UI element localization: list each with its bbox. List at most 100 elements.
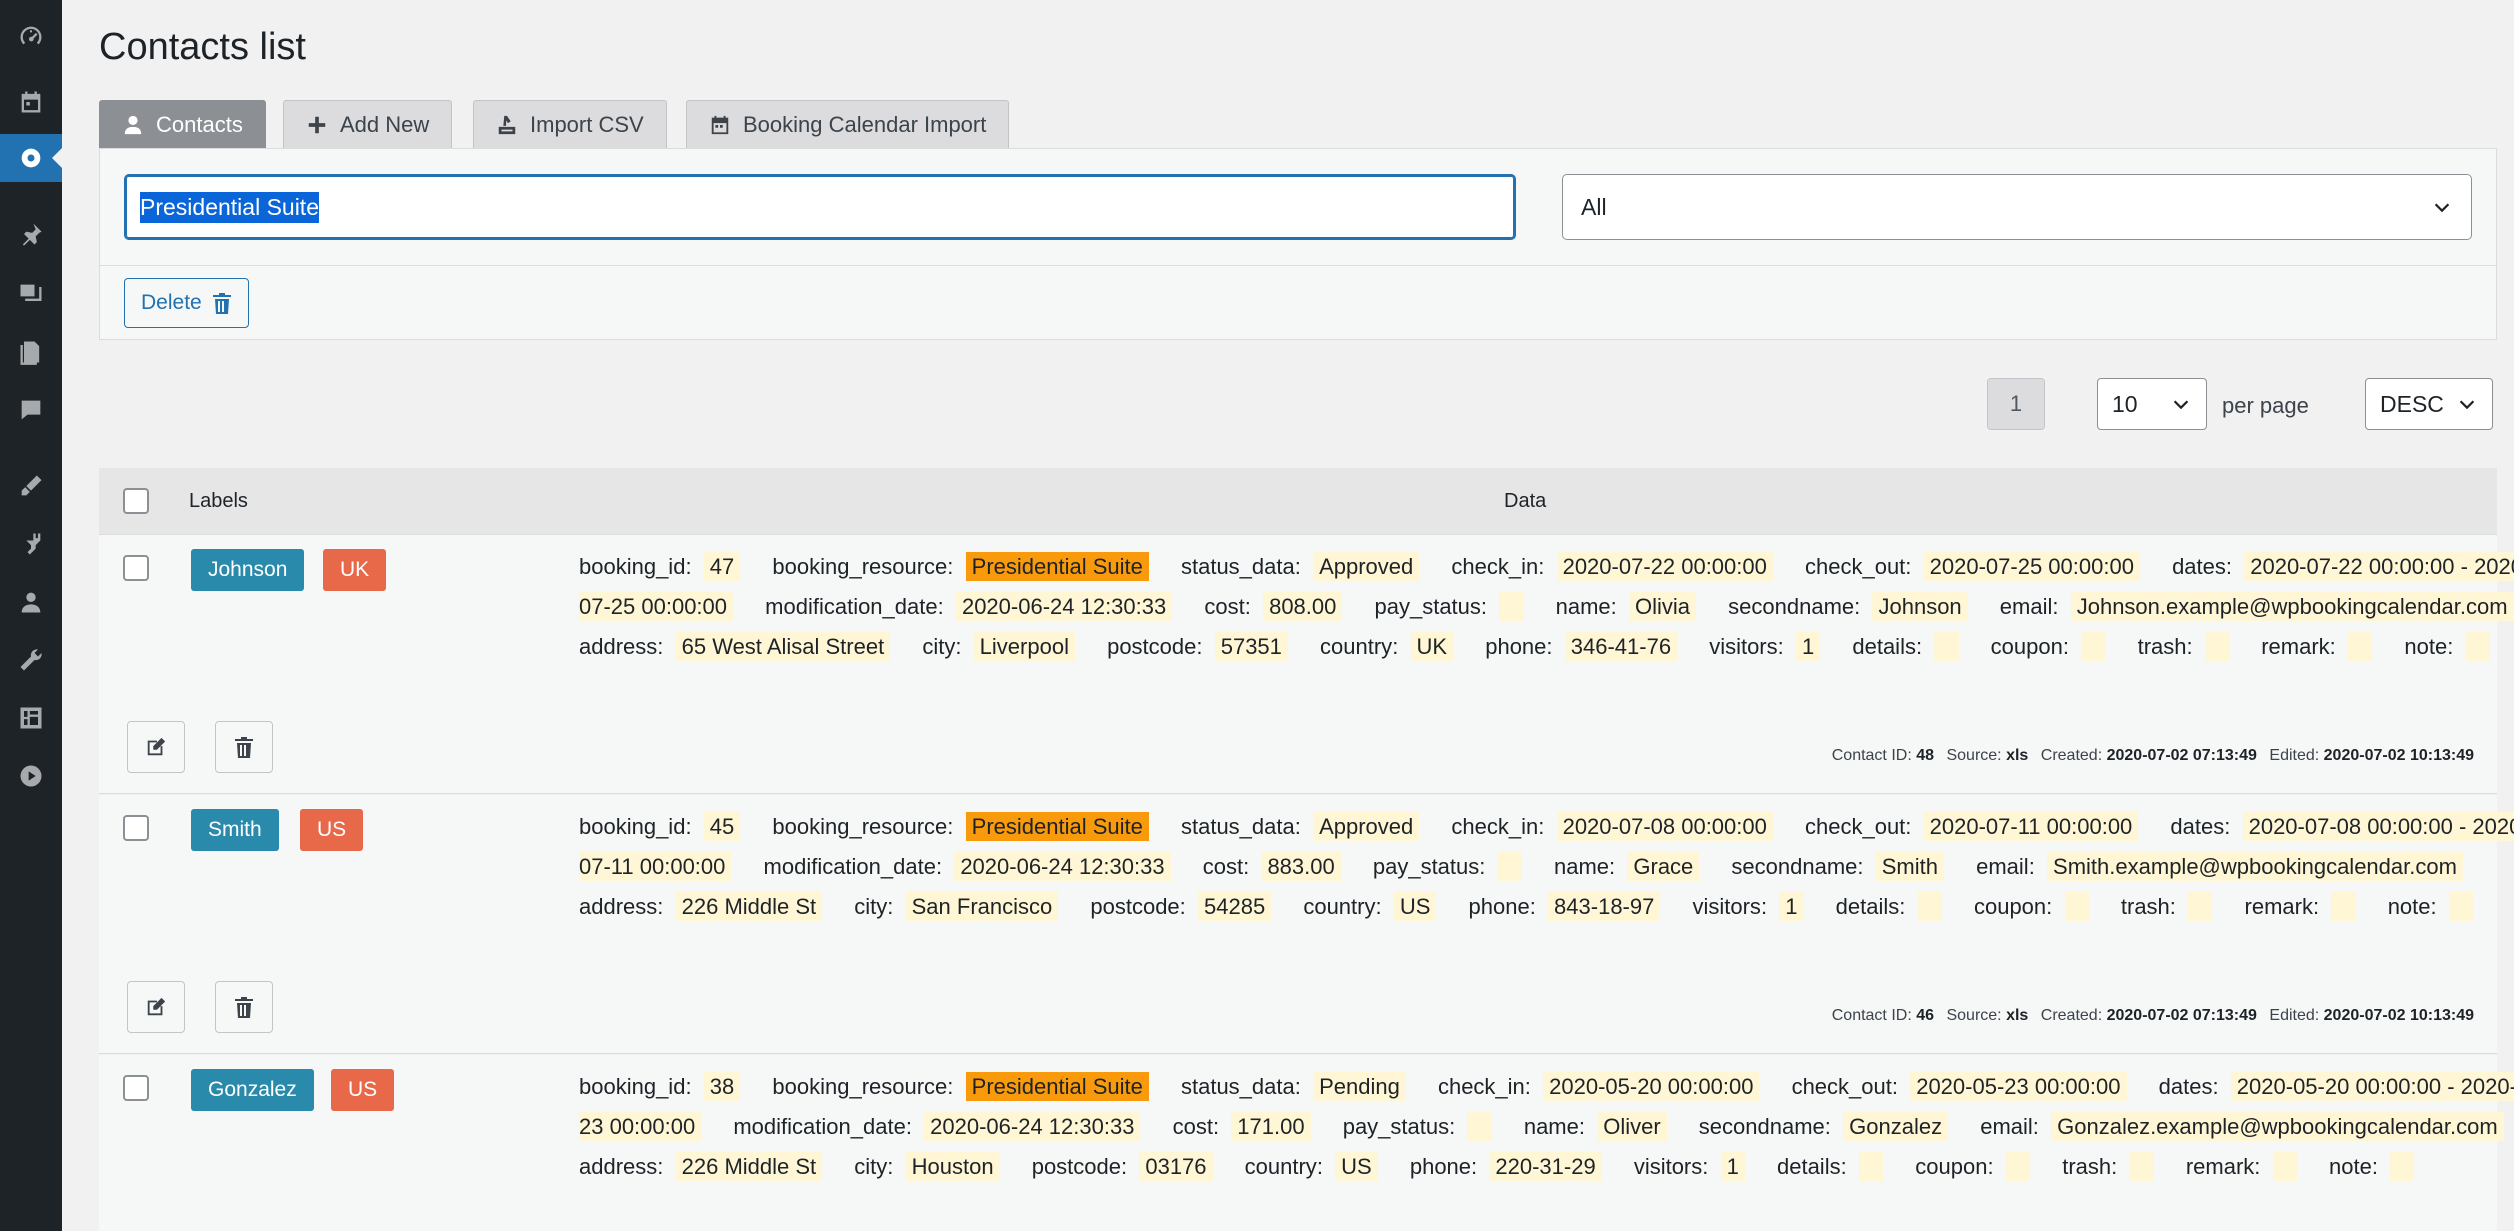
field-key: note	[2329, 1154, 2372, 1179]
edited-value: 2020-07-02 10:13:49	[2323, 1007, 2474, 1024]
field-key: postcode	[1107, 634, 1197, 659]
edit-button[interactable]	[127, 721, 185, 773]
order-select[interactable]: DESC	[2365, 378, 2493, 430]
field-key: city	[854, 1154, 888, 1179]
pagination-current-page[interactable]: 1	[1987, 378, 2045, 430]
calendar-icon[interactable]	[0, 78, 62, 126]
media-icon[interactable]	[0, 270, 62, 318]
field-remark: remark:	[2245, 892, 2356, 921]
field-country: country: US	[1303, 892, 1437, 921]
field-coupon: coupon:	[1915, 1152, 2031, 1181]
field-value: Smith.example@wpbookingcalendar.com	[2047, 852, 2463, 881]
chevron-down-icon	[2459, 400, 2475, 410]
field-key: email	[1999, 594, 2053, 619]
field-value: 2020-07-11 00:00:00	[1923, 812, 2139, 841]
edit-icon	[147, 737, 166, 756]
field-value: 843-18-97	[1548, 892, 1661, 921]
field-value: 2020-07-22 00:00:00	[1556, 552, 1773, 581]
tools-icon[interactable]	[0, 636, 62, 684]
field-name: name: Olivia	[1556, 592, 1697, 621]
table-row: Smith US booking_id: 45 booking_resource…	[99, 795, 2514, 1054]
field-city: city: San Francisco	[854, 892, 1059, 921]
booking-icon[interactable]	[0, 134, 62, 182]
field-key: country	[1303, 894, 1376, 919]
field-email: email: Gonzalez.example@wpbookingcalenda…	[1980, 1112, 2504, 1141]
field-value: 2020-05-23 00:00:00	[1910, 1072, 2127, 1101]
active-menu-arrow	[52, 148, 62, 168]
field-booking_id: booking_id: 45	[579, 812, 741, 841]
field-secondname: secondname: Johnson	[1728, 592, 1968, 621]
pages-icon[interactable]	[0, 328, 62, 376]
row-checkbox[interactable]	[123, 815, 149, 841]
play-icon[interactable]	[0, 752, 62, 800]
search-input[interactable]: Presidential Suite	[124, 174, 1516, 240]
field-value	[2188, 892, 2213, 921]
row-checkbox[interactable]	[123, 1075, 149, 1101]
pin-icon[interactable]	[0, 210, 62, 258]
contact-meta: Contact ID: 46 Source: xls Created: 2020…	[1832, 1007, 2474, 1025]
field-country: country: US	[1245, 1152, 1378, 1181]
users-icon[interactable]	[0, 578, 62, 626]
field-status_data: status_data: Approved	[1181, 552, 1420, 581]
row-checkbox[interactable]	[123, 555, 149, 581]
settings-icon[interactable]	[0, 694, 62, 742]
table-row: Johnson UK booking_id: 47 booking_resour…	[99, 535, 2514, 794]
tab-add-new[interactable]: Add New	[283, 100, 453, 148]
field-value	[1934, 632, 1959, 661]
field-modification_date: modification_date: 2020-06-24 12:30:33	[733, 1112, 1141, 1141]
appearance-icon[interactable]	[0, 462, 62, 510]
table-header: Labels Data	[99, 468, 2497, 535]
field-details: details:	[1836, 892, 1942, 921]
field-key: coupon	[1915, 1154, 1988, 1179]
field-key: coupon	[1990, 634, 2063, 659]
tab-booking-calendar-import[interactable]: Booking Calendar Import	[686, 100, 1010, 148]
field-note: note:	[2329, 1152, 2415, 1181]
calendar-icon	[711, 115, 729, 134]
tab-contacts[interactable]: Contacts	[99, 100, 266, 148]
source-value: xls	[2006, 747, 2029, 764]
field-key: address	[579, 1154, 658, 1179]
delete-row-button[interactable]	[215, 981, 273, 1033]
field-key: country	[1320, 634, 1393, 659]
dashboard-icon[interactable]	[0, 12, 62, 60]
field-value: 1	[1795, 632, 1821, 661]
field-check_out: check_out: 2020-05-23 00:00:00	[1792, 1072, 2127, 1101]
field-value: 1	[1779, 892, 1804, 921]
field-key: details	[1776, 1154, 1841, 1179]
plugins-icon[interactable]	[0, 520, 62, 568]
field-name: name: Oliver	[1524, 1112, 1667, 1141]
field-booking_id: booking_id: 47	[579, 552, 741, 581]
per-page-label: per page	[2222, 393, 2309, 418]
field-postcode: postcode: 54285	[1090, 892, 1272, 921]
per-page-select[interactable]: 10	[2097, 378, 2207, 430]
field-value	[2064, 892, 2089, 921]
edit-button[interactable]	[127, 981, 185, 1033]
tab-label: Booking Calendar Import	[743, 111, 987, 137]
tab-import-csv[interactable]: Import CSV	[473, 100, 667, 148]
delete-button[interactable]: Delete	[124, 278, 249, 328]
field-key: visitors	[1633, 1154, 1703, 1179]
status-select[interactable]: All	[1562, 174, 2472, 240]
field-key: booking_id	[579, 554, 686, 579]
column-header-labels: Labels	[189, 490, 248, 512]
select-all-checkbox[interactable]	[123, 488, 149, 514]
field-key: phone	[1409, 1154, 1472, 1179]
field-name: name: Grace	[1553, 852, 1700, 881]
field-value	[1497, 852, 1522, 881]
field-key: details	[1852, 634, 1916, 659]
field-value: 2020-06-24 12:30:33	[955, 592, 1173, 621]
field-coupon: coupon:	[1974, 892, 2089, 921]
field-status_data: status_data: Approved	[1181, 812, 1420, 841]
delete-row-button[interactable]	[215, 721, 273, 773]
field-city: city: Liverpool	[922, 632, 1075, 661]
field-value: 65 West Alisal Street	[675, 632, 891, 661]
field-booking_resource: booking_resource: Presidential Suite	[772, 1072, 1149, 1101]
comments-icon[interactable]	[0, 386, 62, 434]
field-key: note	[2404, 634, 2448, 659]
field-visitors: visitors: 1	[1709, 632, 1821, 661]
field-key: booking_id	[579, 814, 686, 839]
delete-button-label: Delete	[141, 291, 202, 314]
field-key: name	[1553, 854, 1610, 879]
field-check_in: check_in: 2020-07-08 00:00:00	[1451, 812, 1773, 841]
country-label-badge: US	[300, 809, 364, 851]
